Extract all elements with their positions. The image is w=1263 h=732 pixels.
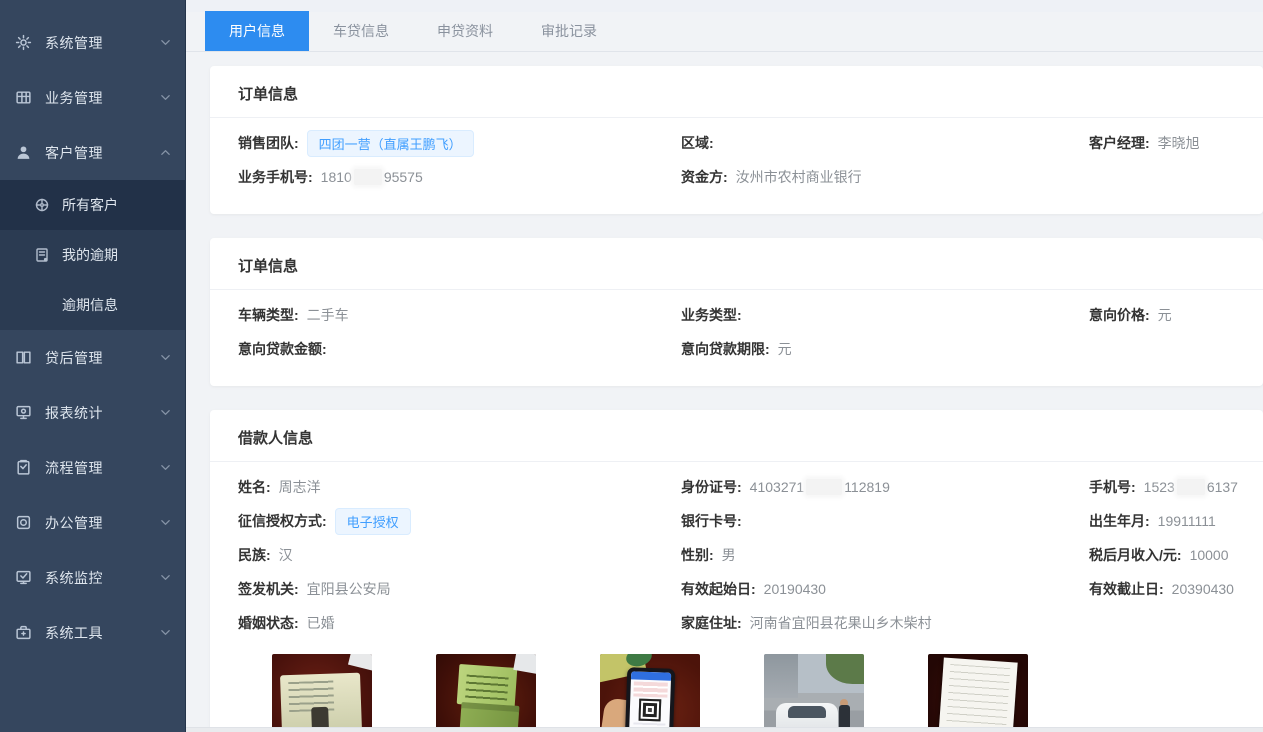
field-monthly-income: 税后月收入/元: 10000 [1089,538,1235,572]
field-ethnicity: 民族: 汉 [238,538,681,572]
sidebar-item-label: 所有客户 [62,195,118,215]
sidebar-item-system-management[interactable]: 系统管理 [0,15,185,70]
redaction-blur [354,169,382,185]
chevron-down-icon [160,352,171,363]
sidebar-item-customer-management[interactable]: 客户管理 [0,125,185,180]
field-gender: 性别: 男 [681,538,1089,572]
chevron-down-icon [160,407,171,418]
book-icon [15,349,32,366]
notebook-icon [34,247,50,263]
document-photos: 身份证 驾驶证照片 [238,640,1235,732]
paper-document-photo-thumbnail[interactable] [928,654,1028,732]
sidebar-item-label: 逾期信息 [62,295,118,315]
sidebar-item-label: 办公管理 [45,513,160,533]
box-circle-icon [15,514,32,531]
credit-auth-tag[interactable]: 电子授权 [335,508,411,535]
redaction-blur [1177,479,1205,495]
field-name: 姓名: 周志洋 [238,470,681,504]
sidebar-item-report-statistics[interactable]: 报表统计 [0,385,185,440]
id-card-photo-thumbnail[interactable] [272,654,372,732]
field-customer-manager: 客户经理: 李晓旭 [1089,126,1235,160]
wheel-icon [34,197,50,213]
grid-icon [15,89,32,106]
phone-qr-screenshot-thumbnail[interactable] [600,654,700,732]
person-with-car-photo-thumbnail[interactable] [764,654,864,732]
sidebar-item-label: 系统工具 [45,623,160,643]
card-title: 订单信息 [210,66,1263,118]
gear-icon [15,34,32,51]
chevron-down-icon [160,627,171,638]
monitor-check-icon [15,569,32,586]
field-intent-loan-term: 意向贷款期限: 元 [681,332,1089,366]
tab-user-info[interactable]: 用户信息 [205,11,309,51]
field-id-number: 身份证号: 4103271112819 [681,470,1089,504]
sidebar: 系统管理 业务管理 客户管理 所有客户 我的逾期 逾期信息 [0,0,186,732]
chevron-down-icon [160,37,171,48]
field-bank-card: 银行卡号: [681,504,1089,538]
sidebar-item-label: 业务管理 [45,88,160,108]
sidebar-item-my-overdue[interactable]: 我的逾期 [0,230,185,280]
field-mobile-phone: 手机号: 15236137 [1089,470,1238,504]
chevron-down-icon [160,517,171,528]
field-birth-date: 出生年月: 19911111 [1089,504,1235,538]
tab-approval-records[interactable]: 审批记录 [517,11,621,51]
license-booklet-photo-thumbnail[interactable] [436,654,536,732]
sidebar-item-system-monitor[interactable]: 系统监控 [0,550,185,605]
sidebar-item-process-management[interactable]: 流程管理 [0,440,185,495]
redaction-blur [806,479,842,495]
sales-team-tag[interactable]: 四团一营（直属王鹏飞） [307,130,474,157]
clipboard-icon [15,459,32,476]
card-title: 订单信息 [210,238,1263,290]
monitor-icon [15,404,32,421]
sidebar-item-label: 我的逾期 [62,245,118,265]
field-intent-loan-amount: 意向贷款金额: [238,332,681,366]
field-marital-status: 婚姻状态: 已婚 [238,606,681,640]
field-business-type: 业务类型: [681,298,1089,332]
customer-management-submenu: 所有客户 我的逾期 逾期信息 [0,180,185,330]
sidebar-item-label: 系统监控 [45,568,160,588]
sidebar-item-label: 系统管理 [45,33,160,53]
sidebar-item-label: 流程管理 [45,458,160,478]
chevron-down-icon [160,572,171,583]
main-content: 用户信息 车贷信息 申贷资料 审批记录 订单信息 销售团队: 四团一营（直属王鹏… [186,0,1263,732]
loan-intent-card: 订单信息 车辆类型: 二手车 业务类型: 意向价格: 元 [210,238,1263,386]
sidebar-item-overdue-info[interactable]: 逾期信息 [0,280,185,330]
sidebar-item-label: 报表统计 [45,403,160,423]
field-region: 区域: [681,126,1089,160]
field-home-address: 家庭住址: 河南省宜阳县花果山乡木柴村 [681,606,1089,640]
horizontal-scrollbar[interactable] [186,727,1263,732]
sidebar-item-office-management[interactable]: 办公管理 [0,495,185,550]
field-intent-price: 意向价格: 元 [1089,298,1235,332]
sidebar-item-label: 客户管理 [45,143,160,163]
toolbox-icon [15,624,32,641]
field-credit-auth-method: 征信授权方式: 电子授权 [238,504,681,538]
tab-loan-application-materials[interactable]: 申贷资料 [413,11,517,51]
order-info-card: 订单信息 销售团队: 四团一营（直属王鹏飞） 区域: 客户经理: 李晓旭 [210,66,1263,214]
field-valid-to: 有效截止日: 20390430 [1089,572,1235,606]
scroll-content[interactable]: 订单信息 销售团队: 四团一营（直属王鹏飞） 区域: 客户经理: 李晓旭 [186,52,1263,732]
chevron-down-icon [160,462,171,473]
card-title: 借款人信息 [210,410,1263,462]
field-issuing-authority: 签发机关: 宜阳县公安局 [238,572,681,606]
detail-tabs: 用户信息 车贷信息 申贷资料 审批记录 [186,12,1263,52]
user-icon [15,144,32,161]
chevron-up-icon [160,147,171,158]
field-business-phone: 业务手机号: 181095575 [238,160,681,194]
field-vehicle-type: 车辆类型: 二手车 [238,298,681,332]
field-funder: 资金方: 汝州市农村商业银行 [681,160,1089,194]
sidebar-item-label: 贷后管理 [45,348,160,368]
sidebar-item-all-customers[interactable]: 所有客户 [0,180,185,230]
chevron-down-icon [160,92,171,103]
field-valid-from: 有效起始日: 20190430 [681,572,1089,606]
sidebar-item-business-management[interactable]: 业务管理 [0,70,185,125]
borrower-info-card: 借款人信息 姓名: 周志洋 身份证号: 4103271112819 手机号: 1… [210,410,1263,732]
sidebar-item-system-tools[interactable]: 系统工具 [0,605,185,660]
tab-car-loan-info[interactable]: 车贷信息 [309,11,413,51]
sidebar-item-post-loan-management[interactable]: 贷后管理 [0,330,185,385]
field-sales-team: 销售团队: 四团一营（直属王鹏飞） [238,126,681,160]
